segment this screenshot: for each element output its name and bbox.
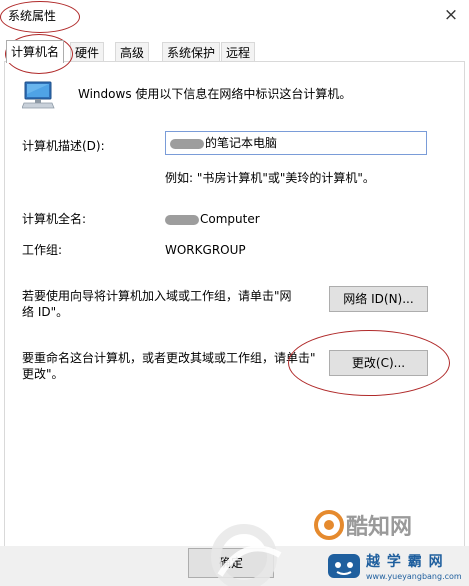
workgroup-label: 工作组:	[22, 243, 63, 257]
network-id-text-line1: 若要使用向导将计算机加入域或工作组，请单击"网	[22, 289, 292, 303]
full-name-text: Computer	[200, 212, 260, 226]
full-name-label: 计算机全名:	[22, 212, 87, 226]
description-label: 计算机描述(D):	[22, 139, 105, 153]
watermark-swirl-icon	[211, 524, 282, 586]
intro-text: Windows 使用以下信息在网络中标识这台计算机。	[78, 87, 352, 101]
tab-strip: 计算机名 硬件 高级 系统保护 远程	[4, 40, 465, 63]
watermark-site-text: 越 学 霸 网	[366, 554, 444, 570]
rename-text-line1: 要重命名这台计算机，或者更改其域或工作组，请单击"	[22, 351, 316, 365]
change-button[interactable]: 更改(C)...	[329, 350, 428, 376]
title-bar: 系统属性 ×	[0, 0, 469, 32]
redaction-smudge	[170, 138, 204, 149]
network-id-text-line2: 络 ID"。	[22, 305, 69, 319]
description-field[interactable]: 的笔记本电脑	[165, 131, 427, 155]
watermark-logo-icon	[314, 510, 344, 540]
watermark-logo-text: 酷知网	[346, 515, 413, 540]
network-id-button[interactable]: 网络 ID(N)...	[329, 286, 428, 312]
description-example: 例如: "书房计算机"或"美玲的计算机"。	[165, 171, 375, 185]
system-properties-window: 系统属性 × 计算机名 硬件 高级 系统保护 远程 Windows 使用以下信息…	[0, 0, 469, 586]
workgroup-value: WORKGROUP	[165, 243, 246, 257]
tab-advanced[interactable]: 高级	[115, 42, 150, 63]
description-value: 的笔记本电脑	[205, 136, 278, 150]
full-name-value: Computer	[165, 211, 260, 227]
redaction-smudge	[165, 214, 199, 225]
tab-system-protection[interactable]: 系统保护	[162, 42, 221, 63]
watermark-mascot-icon	[328, 554, 360, 578]
watermark-site-url: www.yueyangbang.com	[366, 572, 462, 581]
window-title: 系统属性	[8, 9, 57, 23]
tab-hardware[interactable]: 硬件	[70, 42, 105, 63]
close-icon[interactable]: ×	[440, 4, 462, 26]
tab-remote[interactable]: 远程	[221, 42, 256, 63]
tab-computer-name[interactable]: 计算机名	[6, 40, 65, 63]
rename-text-line2: 更改"。	[22, 367, 64, 381]
computer-icon	[22, 81, 55, 109]
